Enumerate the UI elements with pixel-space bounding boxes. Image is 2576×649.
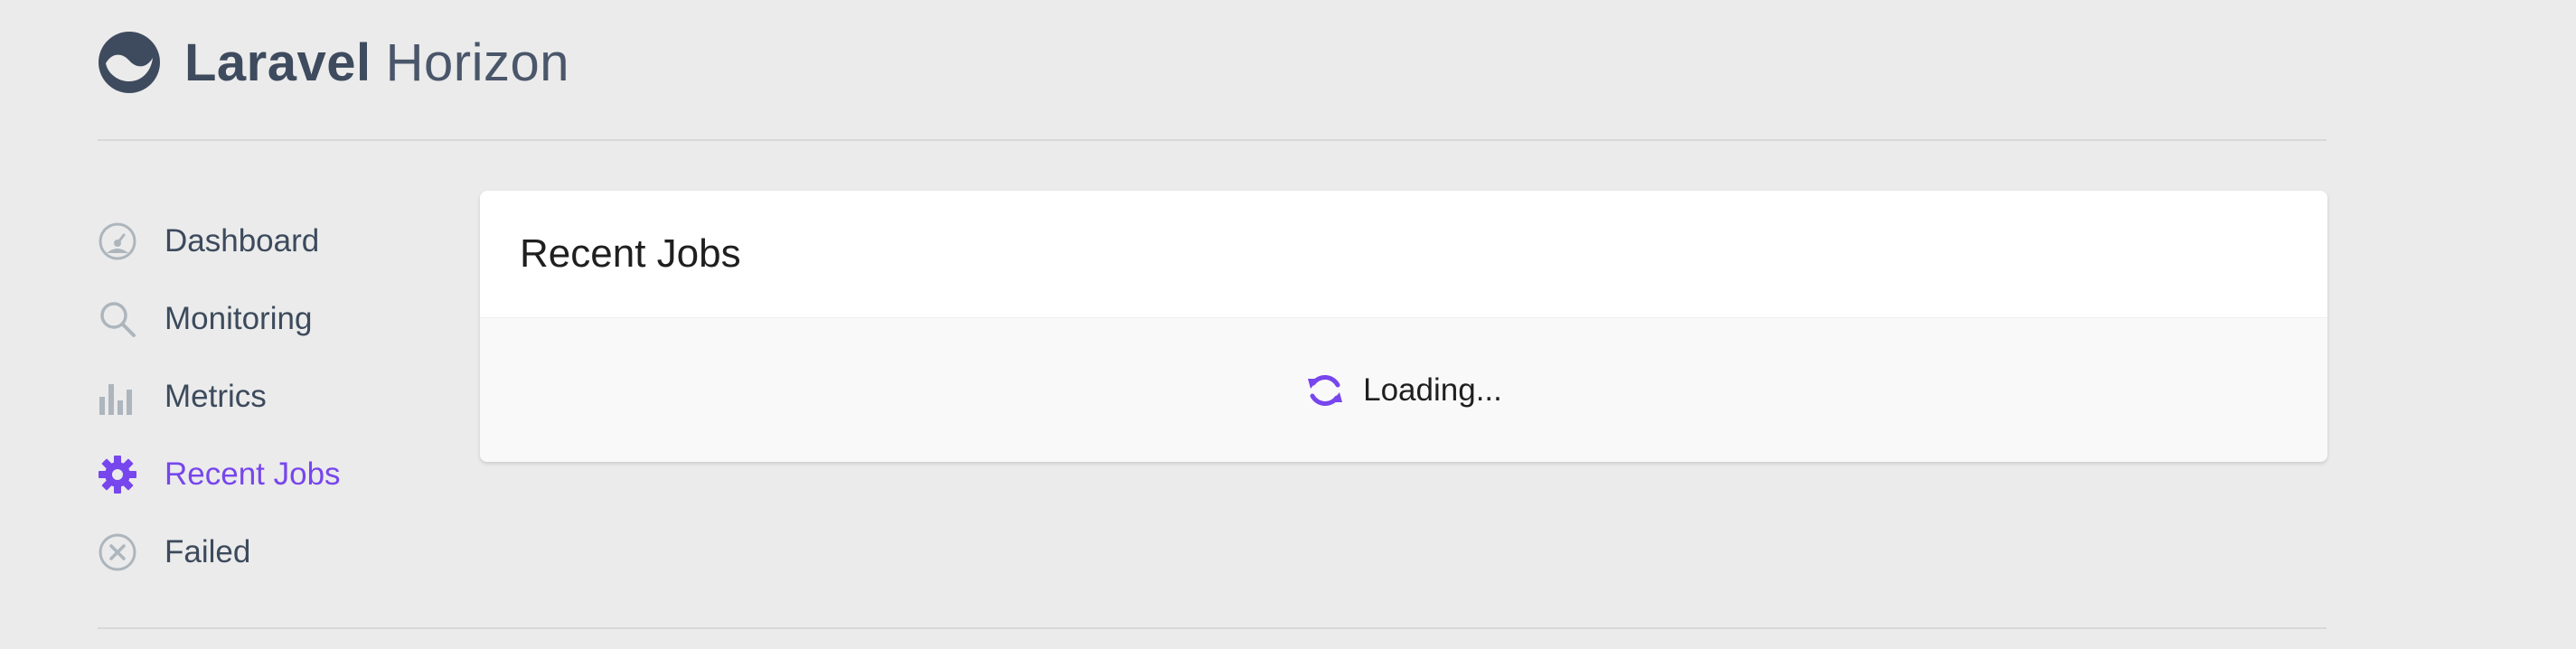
sidebar-item-label: Dashboard bbox=[165, 223, 320, 259]
card-header: Recent Jobs bbox=[480, 191, 2327, 317]
sidebar-item-label: Monitoring bbox=[165, 301, 313, 336]
header: Laravel Horizon bbox=[98, 31, 569, 94]
sidebar-nav: Dashboard Monitoring Metrics Recent Jobs… bbox=[98, 202, 459, 591]
sidebar-item-failed[interactable]: Failed bbox=[98, 513, 459, 591]
search-icon bbox=[98, 299, 137, 339]
sidebar-item-label: Failed bbox=[165, 534, 251, 569]
loading-container: Loading... bbox=[480, 317, 2327, 462]
sidebar-item-metrics[interactable]: Metrics bbox=[98, 358, 459, 436]
dashboard-icon bbox=[98, 221, 137, 261]
brand-title[interactable]: Laravel Horizon bbox=[184, 33, 569, 93]
bar-chart-icon bbox=[98, 377, 137, 417]
refresh-icon bbox=[1308, 375, 1343, 406]
horizon-logo-icon[interactable] bbox=[98, 31, 161, 94]
sidebar-item-label: Recent Jobs bbox=[165, 456, 341, 492]
brand-name-light: Horizon bbox=[385, 33, 570, 92]
gear-icon bbox=[98, 455, 137, 494]
close-circle-icon bbox=[98, 532, 137, 572]
page-title: Recent Jobs bbox=[520, 231, 741, 276]
sidebar-item-dashboard[interactable]: Dashboard bbox=[98, 202, 459, 280]
recent-jobs-card: Recent Jobs Loading... bbox=[480, 191, 2327, 462]
brand-name-bold: Laravel bbox=[184, 33, 371, 92]
sidebar-item-recent-jobs[interactable]: Recent Jobs bbox=[98, 436, 459, 513]
sidebar-item-label: Metrics bbox=[165, 379, 267, 414]
loading-text: Loading... bbox=[1363, 372, 1502, 408]
header-divider bbox=[98, 139, 2327, 141]
sidebar-item-monitoring[interactable]: Monitoring bbox=[98, 280, 459, 358]
footer-divider bbox=[98, 627, 2327, 629]
